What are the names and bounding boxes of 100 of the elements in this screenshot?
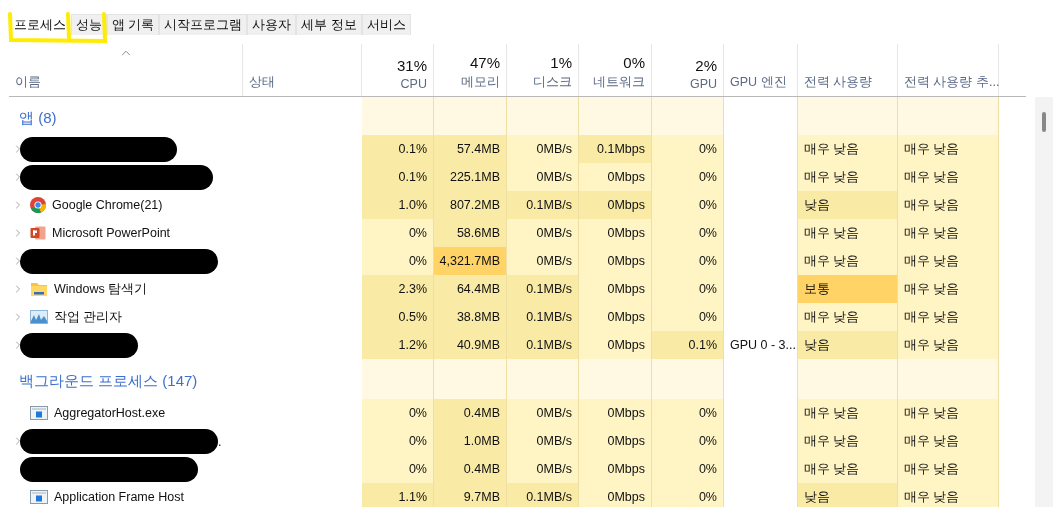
table-cell: 낮음 xyxy=(798,191,898,219)
table-cell: 매우 낮음 xyxy=(798,455,898,483)
table-cell: 매우 낮음 xyxy=(898,219,999,247)
table-cell: 4,321.7MB xyxy=(434,247,507,275)
table-cell: 0% xyxy=(652,219,724,247)
table-cell: 0Mbps xyxy=(579,483,652,507)
table-cell: 0.5% xyxy=(362,303,434,331)
table-cell: 매우 낮음 xyxy=(798,163,898,191)
table-cell: 매우 낮음 xyxy=(798,399,898,427)
table-cell: 0MB/s xyxy=(507,135,579,163)
table-cell: 0.4MB xyxy=(434,399,507,427)
process-name[interactable]: Google Chrome(21) xyxy=(52,198,163,212)
column-header[interactable]: GPU xyxy=(689,77,717,91)
table-cell: 0.1Mbps xyxy=(579,135,652,163)
table-cell xyxy=(507,97,579,135)
table-cell: 0% xyxy=(362,455,434,483)
column-header[interactable]: GPU 엔진 xyxy=(730,74,787,91)
scrollbar[interactable] xyxy=(1035,97,1053,507)
table-cell: 0.1MB/s xyxy=(507,483,579,507)
table-cell: 40.9MB xyxy=(434,331,507,359)
table-cell: 0% xyxy=(652,191,724,219)
tab[interactable]: 시작프로그램 xyxy=(159,14,248,35)
group-title[interactable]: 백그라운드 프로세스 (147) xyxy=(15,367,198,391)
table-cell: 매우 낮음 xyxy=(898,191,999,219)
table-cell: 매우 낮음 xyxy=(798,247,898,275)
window-app-icon xyxy=(30,406,48,420)
table-cell: 0MB/s xyxy=(507,427,579,455)
table-cell: 0% xyxy=(652,427,724,455)
table-cell: 매우 낮음 xyxy=(898,331,999,359)
table-cell: 매우 낮음 xyxy=(898,455,999,483)
table-cell: 0Mbps xyxy=(579,219,652,247)
table-cell: 매우 낮음 xyxy=(798,219,898,247)
process-name[interactable]: Microsoft PowerPoint xyxy=(52,226,171,240)
table-cell: 매우 낮음 xyxy=(798,303,898,331)
table-cell: 0Mbps xyxy=(579,303,652,331)
column-summary: 2% xyxy=(695,57,717,74)
table-cell: 0Mbps xyxy=(579,163,652,191)
table-cell: 매우 낮음 xyxy=(898,399,999,427)
table-cell: 매우 낮음 xyxy=(798,427,898,455)
table-cell: 0% xyxy=(652,247,724,275)
table-cell: 매우 낮음 xyxy=(898,275,999,303)
table-cell: 0% xyxy=(652,275,724,303)
column-header[interactable]: 이름 xyxy=(15,74,41,91)
table-cell: 0.1MB/s xyxy=(507,191,579,219)
performance-graph-icon xyxy=(30,310,48,324)
table-cell: 0% xyxy=(652,135,724,163)
table-cell: 0.1% xyxy=(362,135,434,163)
table-cell: 0.1MB/s xyxy=(507,303,579,331)
table-cell xyxy=(362,97,434,135)
table-cell: 0% xyxy=(362,399,434,427)
tab[interactable]: 앱 기록 xyxy=(107,14,160,35)
table-cell: 0MB/s xyxy=(507,399,579,427)
table-cell: 1.0MB xyxy=(434,427,507,455)
chrome-icon xyxy=(30,197,46,213)
table-cell: 매우 낮음 xyxy=(898,163,999,191)
scrollbar-thumb[interactable] xyxy=(1042,112,1046,132)
table-cell: 1.0% xyxy=(362,191,434,219)
table-cell: 0Mbps xyxy=(579,247,652,275)
table-cell: 0MB/s xyxy=(507,163,579,191)
table-cell: 64.4MB xyxy=(434,275,507,303)
tab[interactable]: 서비스 xyxy=(361,14,411,35)
column-header[interactable]: 네트워크 xyxy=(593,74,645,91)
window-app-icon xyxy=(30,490,48,504)
table-cell: 1.1% xyxy=(362,483,434,507)
process-name[interactable]: Windows 탐색기 xyxy=(54,280,148,298)
column-header[interactable]: 전력 사용량 추... xyxy=(904,74,1000,91)
table-cell: 38.8MB xyxy=(434,303,507,331)
process-name: . xyxy=(218,435,222,449)
column-header[interactable]: 상태 xyxy=(249,74,275,91)
table-cell: 0.1% xyxy=(362,163,434,191)
process-name[interactable]: 작업 관리자 xyxy=(54,308,123,326)
table-cell: 0% xyxy=(362,219,434,247)
table-cell: 0.1% xyxy=(652,331,724,359)
table-cell: 0% xyxy=(362,247,434,275)
column-summary: 31% xyxy=(396,57,427,74)
table-cell: 225.1MB xyxy=(434,163,507,191)
table-cell: 0% xyxy=(652,399,724,427)
tab[interactable]: 세부 정보 xyxy=(296,14,362,35)
table-cell: 0% xyxy=(362,427,434,455)
process-name[interactable]: Application Frame Host xyxy=(54,490,184,504)
table-cell: 0Mbps xyxy=(579,331,652,359)
column-header[interactable]: 디스크 xyxy=(533,74,572,91)
column-header[interactable]: CPU xyxy=(400,77,427,91)
tab[interactable]: 사용자 xyxy=(247,14,297,35)
column-summary: 0% xyxy=(623,54,645,71)
group-title[interactable]: 앱 (8) xyxy=(15,104,57,128)
presentation-app-icon xyxy=(30,225,46,241)
column-header[interactable]: 전력 사용량 xyxy=(804,74,873,91)
table-cell: 0MB/s xyxy=(507,455,579,483)
table-cell: 0.1MB/s xyxy=(507,275,579,303)
table-cell xyxy=(507,359,579,399)
table-cell: 0MB/s xyxy=(507,219,579,247)
table-cell: 0Mbps xyxy=(579,455,652,483)
table-cell: 매우 낮음 xyxy=(798,135,898,163)
table-cell xyxy=(362,359,434,399)
table-cell: 낮음 xyxy=(798,331,898,359)
process-name[interactable]: AggregatorHost.exe xyxy=(54,406,166,420)
table-cell: 매우 낮음 xyxy=(898,483,999,507)
table-cell: 0Mbps xyxy=(579,399,652,427)
column-header[interactable]: 메모리 xyxy=(461,74,500,91)
